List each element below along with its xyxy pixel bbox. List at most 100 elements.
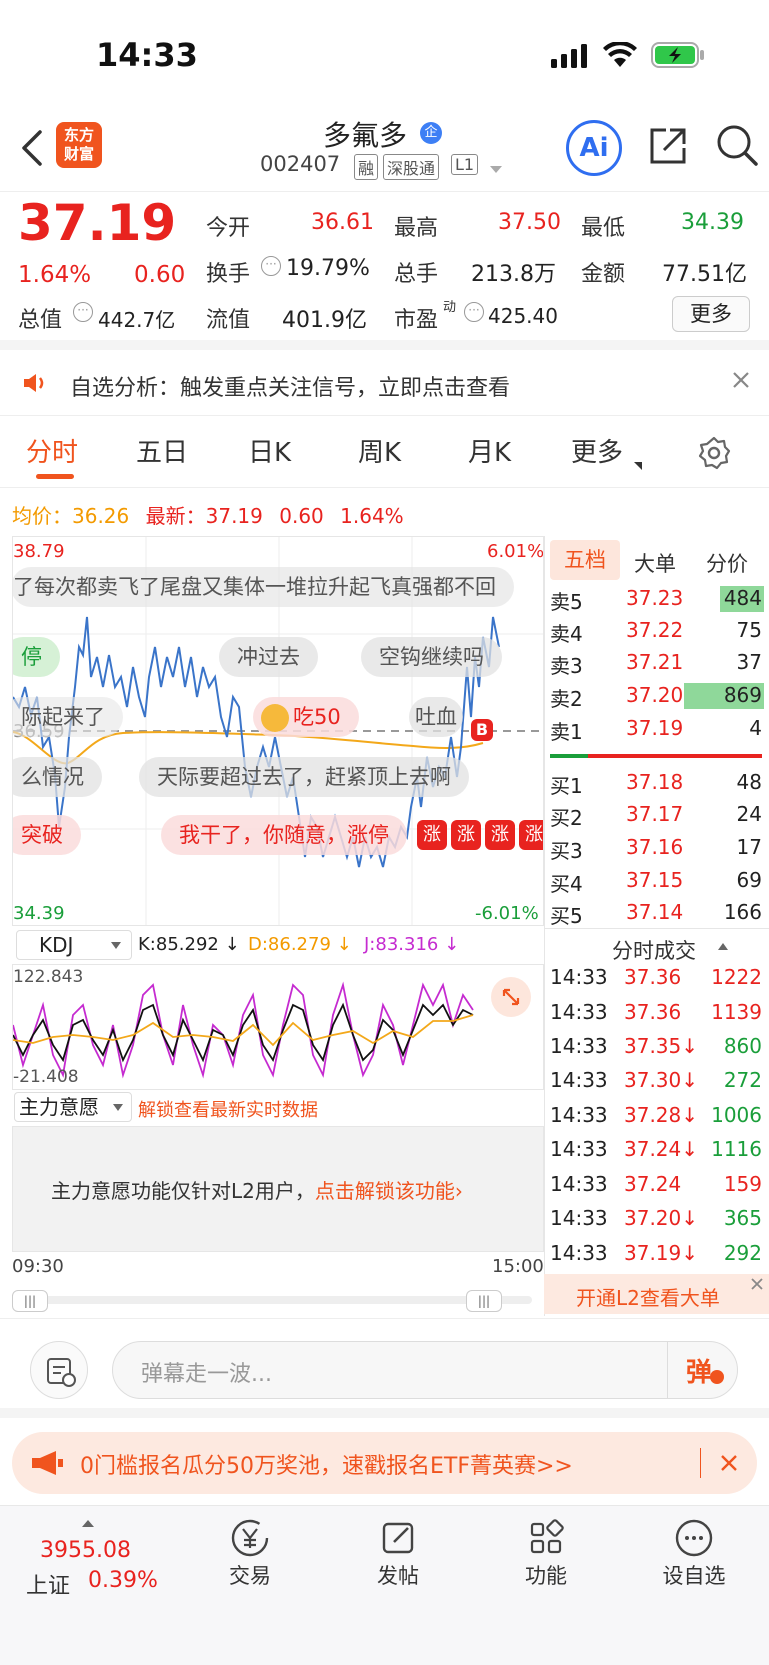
float-label: 流值 — [206, 308, 251, 333]
turnover-value: 19.79% — [286, 256, 370, 281]
danmu-settings-icon[interactable] — [30, 1341, 88, 1399]
tab-five-day[interactable]: 五日 — [136, 432, 188, 469]
orderbook-divider — [544, 536, 545, 1316]
rise-sticker: 涨 — [519, 820, 543, 850]
danmu-bubble[interactable]: 冲过去 — [219, 637, 318, 677]
tab-daily-k[interactable]: 日K — [248, 432, 291, 469]
trade-row: 14:33 37.24 159 — [550, 1172, 762, 1196]
bid-row[interactable]: 买2 37.17 24 — [550, 800, 766, 830]
expand-icon[interactable] — [491, 977, 531, 1017]
tab-weekly-k[interactable]: 周K — [358, 432, 401, 469]
danmu-bubble[interactable]: 停 — [13, 637, 60, 677]
index-name: 上证 — [26, 1574, 71, 1599]
turnover-label: 换手 — [206, 262, 251, 287]
change-value: 0.60 — [134, 262, 186, 288]
danmu-bubble[interactable]: 天际要超过去了，赶紧顶上去啊 — [139, 757, 469, 797]
nav-add-watchlist[interactable]: 设自选 — [634, 1516, 754, 1596]
ask-row[interactable]: 卖5 37.23 484 — [550, 584, 766, 614]
danmu-placeholder: 弹幕走一波... — [141, 1362, 272, 1387]
intraday-chart[interactable]: 38.79 6.01% 36.59 34.39 -6.01% 了每次都卖飞了尾盘… — [12, 536, 544, 926]
battery-icon — [651, 42, 705, 68]
ask-row[interactable]: 卖3 37.21 37 — [550, 648, 766, 678]
time-start: 09:30 — [12, 1256, 64, 1277]
ask-row[interactable]: 卖1 37.19 4 — [550, 714, 766, 744]
gear-icon[interactable] — [697, 436, 731, 470]
search-icon[interactable] — [714, 122, 760, 168]
kdj-max: 122.843 — [13, 967, 84, 987]
danmu-bubble[interactable]: 吃50 — [253, 697, 359, 737]
trade-row: 14:33 37.20↓ 365 — [550, 1206, 762, 1230]
axis-top-pct: 6.01% — [487, 541, 544, 562]
danmu-bubble[interactable]: 际起来了 — [13, 697, 123, 737]
nav-functions[interactable]: 功能 — [486, 1516, 606, 1596]
slider-handle-right[interactable]: ||| — [466, 1290, 502, 1312]
orderbook-tab-five[interactable]: 五档 — [550, 540, 620, 580]
main-force-selector[interactable]: 主力意愿 — [14, 1092, 132, 1122]
kdj-header: KDJ K:85.292 ↓ D:86.279 ↓ J:83.316 ↓ — [12, 928, 544, 964]
tab-intraday[interactable]: 分时 — [26, 432, 78, 469]
trade-row: 14:33 37.30↓ 272 — [550, 1068, 762, 1092]
l2-upsell-banner[interactable]: 开通L2查看大单 — [544, 1274, 769, 1314]
bid-row[interactable]: 买5 37.14 166 — [550, 898, 766, 928]
danmu-bubble[interactable]: 我干了，你随意，涨停 — [161, 815, 407, 855]
kdj-min: -21.408 — [13, 1067, 79, 1087]
main-force-unlock-link[interactable]: 点击解锁该功能› — [315, 1179, 463, 1203]
bid-row[interactable]: 买1 37.18 48 — [550, 768, 766, 798]
promo-divider — [700, 1448, 701, 1478]
tab-more[interactable]: 更多 — [571, 432, 623, 469]
kdj-chart-svg — [13, 981, 474, 1079]
info-icon[interactable]: ··· — [73, 302, 93, 322]
chevron-down-icon[interactable] — [490, 166, 502, 173]
active-tab-indicator — [36, 474, 74, 479]
time-end: 15:00 — [492, 1256, 544, 1277]
app-logo[interactable]: 东方财富 — [56, 122, 102, 168]
info-icon[interactable]: ··· — [464, 302, 484, 322]
trades-header[interactable]: 分时成交 — [544, 928, 769, 964]
close-icon[interactable] — [718, 1452, 740, 1474]
more-button[interactable]: 更多 — [672, 296, 750, 332]
close-icon[interactable] — [747, 1274, 767, 1294]
danmu-input[interactable]: 弹幕走一波... 弹 — [112, 1341, 738, 1399]
orderbook-tab-price[interactable]: 分价 — [706, 548, 748, 578]
kdj-selector[interactable]: KDJ — [16, 930, 132, 960]
trades-title: 分时成交 — [612, 939, 696, 963]
notice-bar[interactable]: 自选分析：触发重点关注信号，立即点击查看 — [0, 350, 769, 416]
orderbook-tab-large[interactable]: 大单 — [634, 548, 676, 578]
promo-banner[interactable]: 0门槛报名瓜分50万奖池，速戳报名ETF菁英赛>> — [12, 1432, 757, 1494]
ai-button[interactable]: Ai — [566, 120, 622, 176]
promo-text: 0门槛报名瓜分50万奖池，速戳报名ETF菁英赛>> — [80, 1454, 573, 1479]
kdj-k: K:85.292 ↓ — [138, 934, 240, 955]
main-force-info: 主力意愿功能仅针对L2用户， — [51, 1179, 315, 1203]
comment-bar: 弹幕走一波... 弹 — [0, 1318, 769, 1418]
share-icon[interactable] — [646, 124, 690, 168]
close-icon[interactable] — [731, 370, 751, 390]
send-danmu-button[interactable]: 弹 — [667, 1342, 737, 1398]
low-value: 34.39 — [681, 210, 744, 235]
bid-row[interactable]: 买3 37.16 17 — [550, 833, 766, 863]
nav-post[interactable]: 发帖 — [338, 1516, 458, 1596]
trade-row: 14:33 37.19↓ 292 — [550, 1241, 762, 1265]
info-icon[interactable]: ··· — [261, 256, 281, 276]
range-slider[interactable]: ||| ||| — [12, 1290, 542, 1312]
danmu-bubble[interactable]: 么情况 — [13, 757, 102, 797]
tab-monthly-k[interactable]: 月K — [468, 432, 511, 469]
kdj-d: D:86.279 ↓ — [248, 934, 352, 955]
yen-icon — [231, 1519, 269, 1557]
ask-row[interactable]: 卖4 37.22 75 — [550, 616, 766, 646]
grid-icon — [530, 1519, 564, 1554]
nav-trade[interactable]: 交易 — [190, 1516, 310, 1596]
danmu-bubble[interactable]: 吐血 — [409, 697, 463, 737]
danmu-bubble[interactable]: 了每次都卖飞了尾盘又集体一堆拉升起飞真强都不回 — [13, 567, 514, 607]
caret-up-icon — [82, 1520, 94, 1527]
danmu-bubble[interactable]: 空钩继续吗 — [361, 637, 502, 677]
bid-row[interactable]: 买4 37.15 69 — [550, 866, 766, 896]
back-icon[interactable] — [18, 128, 48, 168]
ask-row[interactable]: 卖2 37.20 869 — [550, 681, 766, 711]
unlock-link[interactable]: 解锁查看最新实时数据 — [138, 1096, 318, 1122]
amount-value: 77.51亿 — [662, 262, 747, 287]
stock-header: 东方财富 多氟多 企 002407 融 深股通 L1 Ai — [0, 110, 769, 192]
index-ticker[interactable]: 3955.08 上证 0.39% — [18, 1514, 178, 1599]
danmu-bubble[interactable]: 突破 — [13, 815, 81, 855]
kdj-chart[interactable]: 122.843 -21.408 — [12, 964, 544, 1090]
slider-handle-left[interactable]: ||| — [12, 1290, 48, 1312]
